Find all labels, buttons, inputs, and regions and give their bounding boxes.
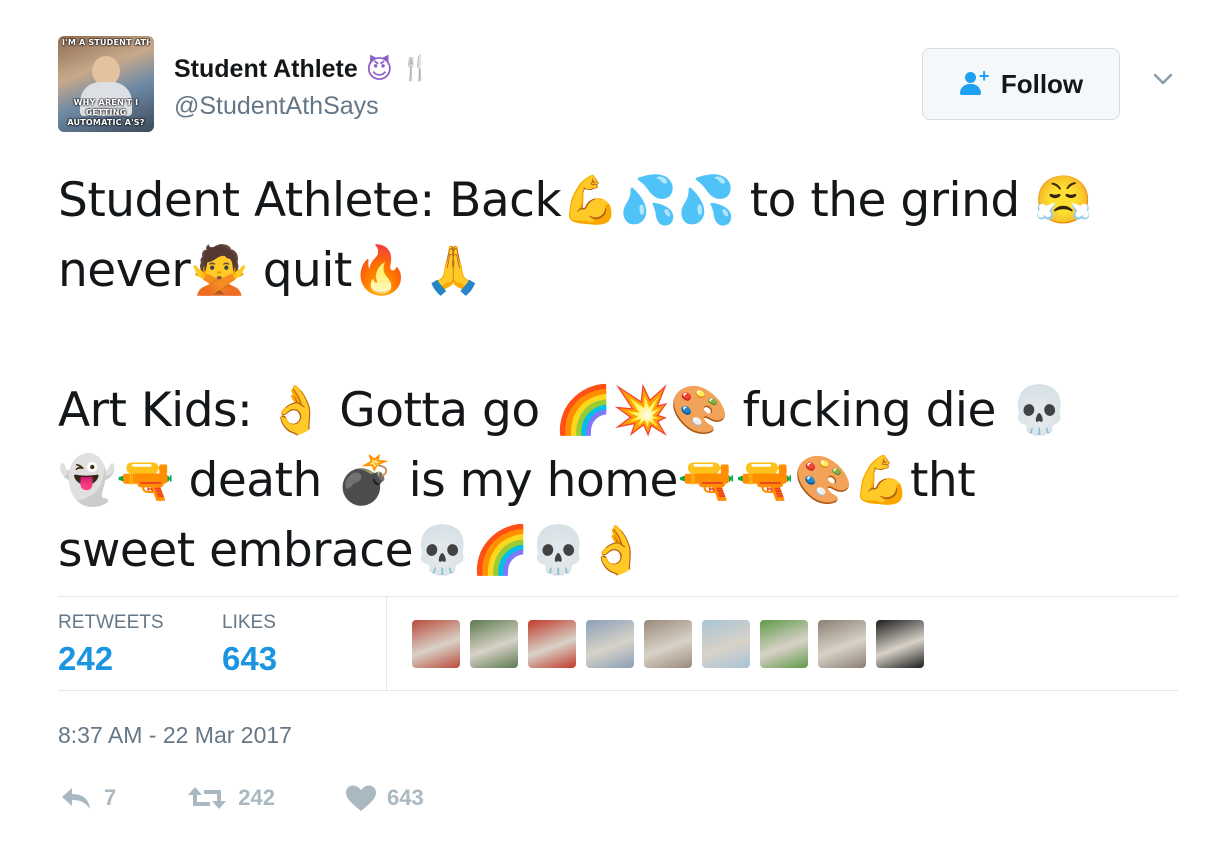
follow-button[interactable]: + Follow	[922, 48, 1120, 120]
liker-avatar[interactable]	[876, 620, 924, 668]
retweet-button[interactable]: 242	[186, 784, 275, 812]
liker-avatar[interactable]	[644, 620, 692, 668]
stats-top-divider	[58, 596, 1178, 597]
heart-icon	[345, 785, 376, 811]
likes-label: LIKES	[222, 612, 276, 633]
add-user-icon: +	[959, 66, 991, 98]
reply-button[interactable]: 7	[58, 784, 116, 812]
retweet-count: 242	[238, 785, 275, 810]
tweet-line: 👻🔫 death 💣 is my home🔫🔫🎨💪tht	[58, 453, 976, 508]
stats-bottom-divider	[58, 690, 1178, 691]
devil-face-emoji-icon: 😈	[365, 54, 393, 84]
tweet-line: sweet embrace💀🌈💀👌	[58, 523, 646, 578]
retweet-icon	[188, 787, 227, 809]
author-handle[interactable]: @StudentAthSays	[174, 92, 379, 121]
retweets-label: RETWEETS	[58, 612, 164, 633]
chevron-down-icon[interactable]	[1152, 68, 1174, 90]
follow-button-label: Follow	[1000, 68, 1084, 99]
stats-vertical-divider	[386, 597, 387, 690]
likers-avatar-list	[412, 620, 924, 668]
author-name-row[interactable]: Student Athlete 😈 🍴	[174, 50, 431, 88]
liker-avatar[interactable]	[412, 620, 460, 668]
like-count: 643	[386, 785, 424, 810]
tweet-actions: 7 242 643	[58, 784, 494, 812]
liker-avatar[interactable]	[528, 620, 576, 668]
tweet-line: Student Athlete: Back💪💦💦 to the grind 😤	[58, 173, 1093, 228]
likes-count: 643	[222, 640, 278, 677]
reply-count: 7	[104, 785, 117, 810]
tweet-timestamp[interactable]: 8:37 AM - 22 Mar 2017	[58, 722, 292, 749]
retweets-stat[interactable]: RETWEETS 242	[58, 612, 164, 678]
author-avatar[interactable]: I'M A STUDENT ATHLETE WHY AREN'T I GETTI…	[58, 36, 154, 132]
author-display-name[interactable]: Student Athlete	[174, 55, 358, 84]
reply-icon	[62, 788, 90, 809]
liker-avatar[interactable]	[818, 620, 866, 668]
tweet-text: Student Athlete: Back💪💦💦 to the grind 😤 …	[58, 166, 1178, 586]
tweet-line: Art Kids: 👌 Gotta go 🌈💥🎨 fucking die 💀	[58, 383, 1069, 438]
avatar-bottom-caption: WHY AREN'T I GETTING AUTOMATIC A'S?	[67, 98, 145, 127]
retweets-count: 242	[58, 640, 114, 677]
liker-avatar[interactable]	[702, 620, 750, 668]
liker-avatar[interactable]	[760, 620, 808, 668]
liker-avatar[interactable]	[586, 620, 634, 668]
liker-avatar[interactable]	[470, 620, 518, 668]
likes-stat[interactable]: LIKES 643	[222, 612, 277, 678]
avatar-top-caption: I'M A STUDENT ATHLETE	[62, 38, 150, 47]
like-button[interactable]: 643	[345, 784, 424, 812]
fork-knife-emoji-icon: 🍴	[400, 55, 431, 82]
tweet-line: never🙅 quit🔥 🙏	[58, 243, 483, 298]
